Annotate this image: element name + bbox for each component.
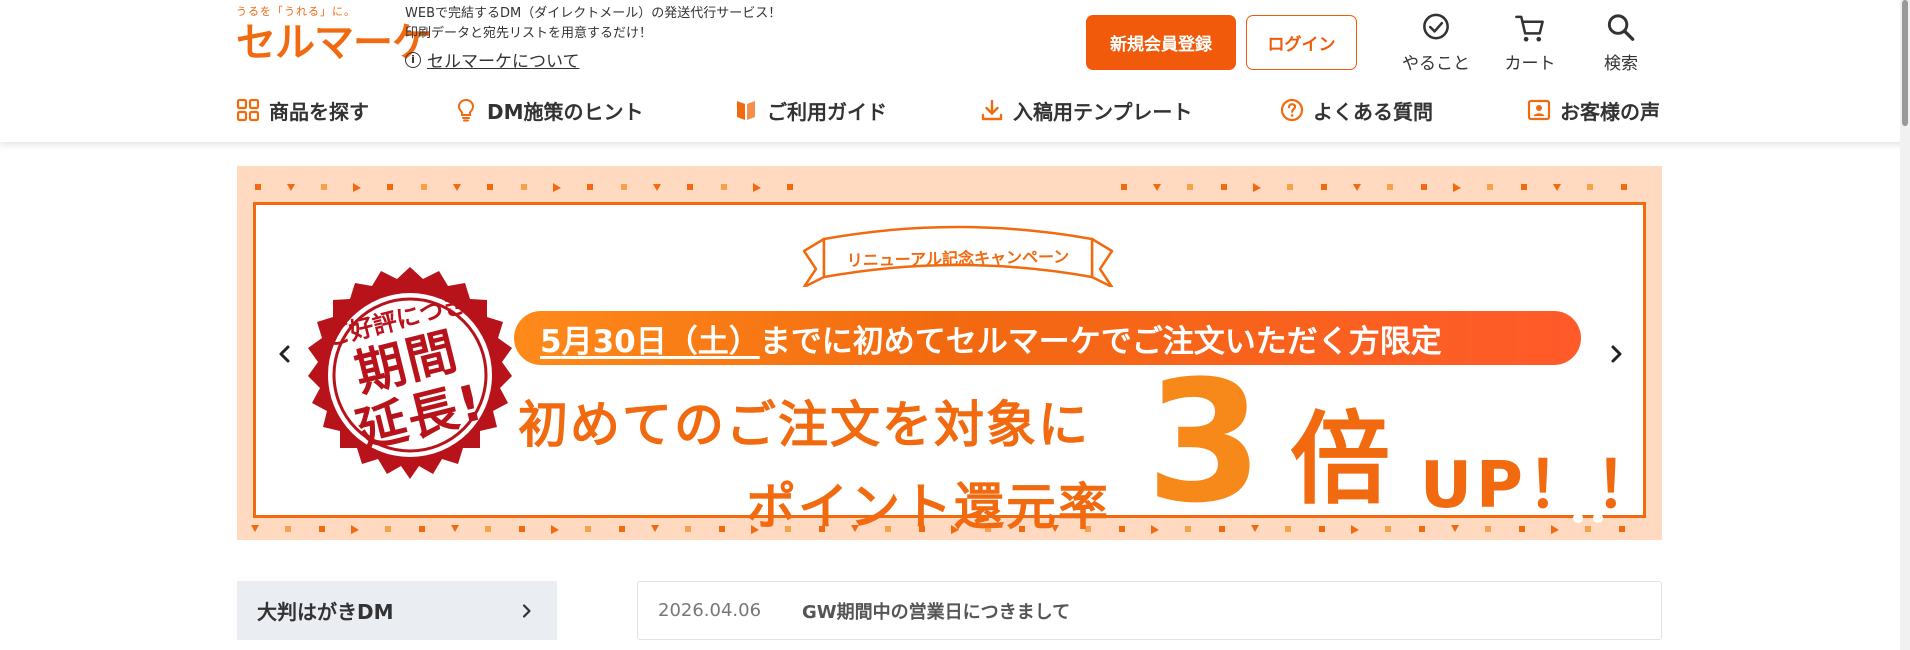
chevron-left-icon — [279, 345, 290, 363]
deadline-date: 5月30日（土） — [540, 323, 760, 360]
carousel-dot[interactable] — [1573, 513, 1583, 523]
login-button[interactable]: ログイン — [1246, 15, 1357, 70]
site-header: うるを「うれる」に。 セルマーケ WEBで完結するDM（ダイレクトメール）の発送… — [0, 0, 1910, 142]
page-scrollbar[interactable] — [1900, 0, 1910, 650]
todo-label: やること — [1402, 54, 1470, 74]
grid-icon — [236, 98, 260, 122]
cart-label: カート — [1504, 54, 1556, 74]
carousel-dot[interactable] — [1593, 513, 1603, 523]
nav-item-hints[interactable]: DM施策のヒント — [454, 92, 644, 128]
search-icon — [1607, 14, 1635, 41]
about-link[interactable]: i セルマーケについて — [405, 47, 580, 72]
deadline-text: までに初めてセルマーケでご注文いただく方限定 — [759, 323, 1442, 360]
headline-first-order: 初めてのご注文を対象に — [518, 396, 1090, 454]
nav-item-guide[interactable]: ご利用ガイド — [734, 92, 887, 128]
register-button[interactable]: 新規会員登録 — [1086, 15, 1236, 70]
multiplier-kanji: 倍 — [1290, 401, 1390, 518]
carousel-dots — [1573, 513, 1603, 523]
download-icon — [981, 99, 1003, 121]
carousel-prev-button[interactable] — [273, 342, 297, 366]
info-icon: i — [405, 51, 421, 68]
nav-label-products: 商品を探す — [269, 99, 369, 124]
sidebar-item-label: 大判はがきDM — [257, 600, 394, 624]
search-button[interactable]: 検索 — [1576, 12, 1666, 74]
cart-button[interactable]: カート — [1485, 12, 1575, 74]
nav-item-voices[interactable]: お客様の声 — [1527, 92, 1660, 128]
search-label: 検索 — [1604, 54, 1638, 74]
campaign-ribbon: リニューアル記念キャンペーン — [798, 221, 1118, 289]
page: うるを「うれる」に。 セルマーケ WEBで完結するDM（ダイレクトメール）の発送… — [0, 0, 1910, 650]
banner-frame: リニューアル記念キャンペーン ご好評につき 期間 延長! 5月30日（土） まで… — [253, 202, 1659, 536]
news-item[interactable]: 2026.04.06 GW期間中の営業日につきまして — [637, 581, 1662, 640]
nav-label-guide: ご利用ガイド — [767, 99, 887, 124]
cart-icon — [1515, 15, 1544, 42]
multiplier-number: 3 — [1146, 344, 1263, 540]
service-tagline: WEBで完結するDM（ダイレクトメール）の発送代行サービス！ 印刷データと宛先リ… — [405, 4, 781, 44]
tagline-line-1: WEBで完結するDM（ダイレクトメール）の発送代行サービス！ — [405, 6, 782, 21]
chevron-right-icon — [1611, 345, 1622, 363]
nav-label-templates: 入稿用テンプレート — [1013, 99, 1193, 124]
logo[interactable]: うるを「うれる」に。 セルマーケ — [236, 3, 432, 69]
logo-wordmark: セルマーケ — [236, 20, 432, 66]
headline-point-rate: ポイント還元率 — [746, 478, 1110, 536]
deadline-pill: 5月30日（土） までに初めてセルマーケでご注文いただく方限定 — [514, 311, 1581, 365]
news-title: GW期間中の営業日につきまして — [802, 601, 1071, 623]
nav-item-templates[interactable]: 入稿用テンプレート — [980, 92, 1192, 128]
multiplier-up: UP！！ — [1420, 449, 1662, 523]
scrollbar-thumb[interactable] — [1902, 0, 1908, 126]
nav-label-faq: よくある質問 — [1313, 99, 1433, 124]
question-icon — [1280, 98, 1304, 122]
todo-button[interactable]: やること — [1391, 12, 1481, 74]
campaign-banner[interactable]: リニューアル記念キャンペーン ご好評につき 期間 延長! 5月30日（土） まで… — [237, 166, 1662, 540]
nav-item-products[interactable]: 商品を探す — [236, 92, 369, 128]
nav-label-voices: お客様の声 — [1560, 99, 1660, 124]
tagline-line-2: 印刷データと宛先リストを用意するだけ！ — [405, 26, 653, 41]
nav-label-hints: DM施策のヒント — [487, 99, 644, 124]
lightbulb-icon — [457, 98, 475, 122]
chevron-right-icon — [522, 603, 531, 618]
sidebar-item-large-postcard[interactable]: 大判はがきDM — [237, 581, 557, 640]
banner-confetti-top — [255, 183, 1627, 192]
main-nav: 商品を探す DM施策のヒント ご利用ガイド 入稿用テンプレート よくある質問 お… — [236, 92, 1663, 128]
extension-stamp: ご好評につき 期間 延長! — [292, 265, 528, 501]
news-date: 2026.04.06 — [658, 600, 762, 621]
book-icon — [737, 101, 755, 120]
check-circle-icon — [1423, 13, 1449, 40]
carousel-next-button[interactable] — [1604, 342, 1628, 366]
about-link-label: セルマーケについて — [427, 52, 580, 72]
nav-item-faq[interactable]: よくある質問 — [1280, 92, 1433, 128]
voice-icon — [1527, 99, 1551, 121]
